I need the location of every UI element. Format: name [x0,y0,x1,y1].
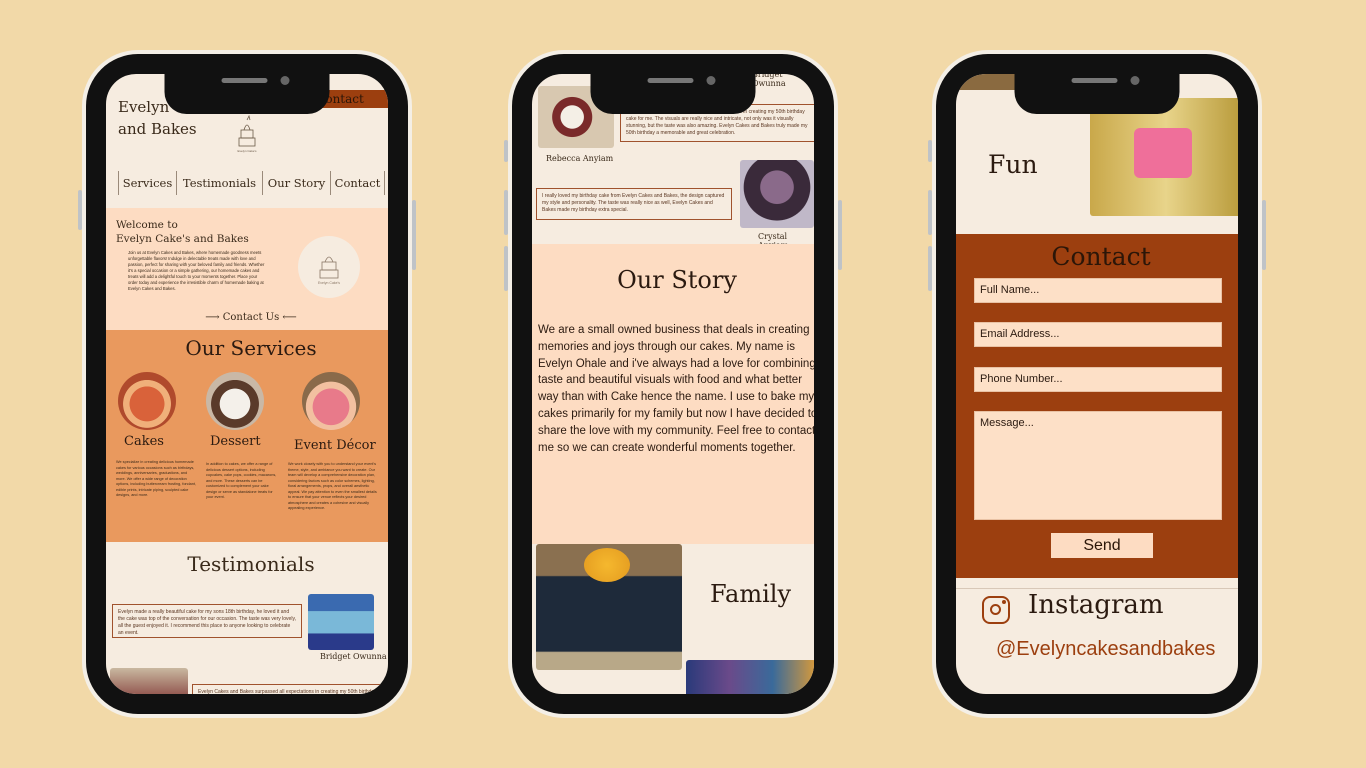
phone-notch [164,72,330,114]
testimonial-author: Bridget Owunna [320,652,387,661]
service-dessert-image [206,372,264,430]
flower-topper-icon [584,548,630,582]
story-title: Our Story [617,266,737,294]
contact-screen: Fun Contact Full Name... Email Address..… [956,74,1238,694]
services-title: Our Services [185,336,317,360]
phone-mockup-contact: Fun Contact Full Name... Email Address..… [928,50,1266,718]
phone-mockup-story: Bridget Owunna Evelyn Cakes and Bakes su… [504,50,842,718]
testimonial-card: Evelyn Cakes and Bakes surpassed all exp… [192,684,388,694]
testimonial-cake-photo [308,594,374,650]
home-screen: Evelyn Cake's and Bakes Contact Evelyn C… [106,74,388,694]
testimonial-cake-photo [740,160,814,228]
welcome-logo-icon: Evelyn Cake's [298,236,360,298]
welcome-text: Join us at Evelyn Cakes and Bakes, where… [128,250,265,291]
service-dessert-text: In addition to cakes, we offer a range o… [206,462,277,499]
testimonial-author: Rebecca Anyiam [546,154,614,163]
testimonial-card: Evelyn made a really beautiful cake for … [112,604,302,638]
service-decor-title: Event Décor [294,438,376,453]
phone-side-button [928,190,932,235]
phone-side-button [838,200,842,270]
fun-label: Fun [988,150,1038,179]
phone-side-button [504,246,508,291]
phone-side-button [928,246,932,291]
family-label: Family [710,580,791,608]
testimonial-cake-photo [110,668,188,694]
service-decor-image [302,372,360,430]
testimonials-title: Testimonials [187,552,315,576]
phone-field[interactable]: Phone Number... [974,367,1222,392]
contact-us-link[interactable]: ⟶ Contact Us ⟵ [106,312,388,323]
phone-side-button [78,190,82,230]
main-nav: Services Testimonials Our Story Contact [118,171,388,195]
story-section: Our Story We are a small owned business … [532,244,814,544]
story-screen: Bridget Owunna Evelyn Cakes and Bakes su… [532,74,814,694]
family-cake-photo [536,544,682,670]
phone-side-button [1262,200,1266,270]
contact-section: Contact Full Name... Email Address... Ph… [956,234,1238,578]
svg-text:Evelyn Cake's: Evelyn Cake's [238,149,257,153]
testimonial-author: Bridget Owunna [752,74,786,88]
instagram-icon[interactable] [982,596,1010,624]
welcome-section: Welcome to Evelyn Cake's and Bakes Join … [106,208,388,330]
phone-mockup-home: Evelyn Cake's and Bakes Contact Evelyn C… [78,50,416,718]
nav-item-our-story[interactable]: Our Story [263,171,331,195]
full-name-field[interactable]: Full Name... [974,278,1222,303]
testimonial-card: I really loved my birthday cake from Eve… [536,188,732,220]
service-cakes-image [118,372,176,430]
fun-cake-photo [1090,98,1238,216]
phone-side-button [928,140,932,162]
story-text: We are a small owned business that deals… [538,324,814,454]
svg-text:Evelyn Cake's: Evelyn Cake's [318,281,340,285]
phone-notch [590,72,756,114]
footer-divider [956,588,1238,589]
message-field[interactable]: Message... [974,411,1222,520]
nav-item-contact[interactable]: Contact [331,171,385,195]
welcome-title: Welcome to Evelyn Cake's and Bakes [116,219,249,245]
instagram-label: Instagram [1028,590,1164,620]
service-cakes-text: We specialize in creating delicious home… [116,460,196,497]
contact-title: Contact [1051,242,1151,271]
services-section: Our Services Cakes Dessert Event Décor W… [106,330,388,542]
family-cake-photo [686,660,814,694]
nav-item-services[interactable]: Services [119,171,177,195]
phone-side-button [412,200,416,270]
send-button[interactable]: Send [1051,533,1153,558]
service-dessert-title: Dessert [210,434,261,449]
service-decor-text: We work closely with you to understand y… [288,462,377,510]
logo-icon: Evelyn Cake's [232,114,262,158]
gallery-photo [956,74,1018,90]
phone-side-button [504,140,508,162]
phone-side-button [504,190,508,235]
phone-notch [1014,72,1180,114]
email-field[interactable]: Email Address... [974,322,1222,347]
instagram-handle-link[interactable]: @Evelyncakesandbakes [996,638,1215,661]
pink-cake-icon [1134,128,1192,178]
service-cakes-title: Cakes [124,434,164,449]
nav-item-testimonials[interactable]: Testimonials [177,171,263,195]
